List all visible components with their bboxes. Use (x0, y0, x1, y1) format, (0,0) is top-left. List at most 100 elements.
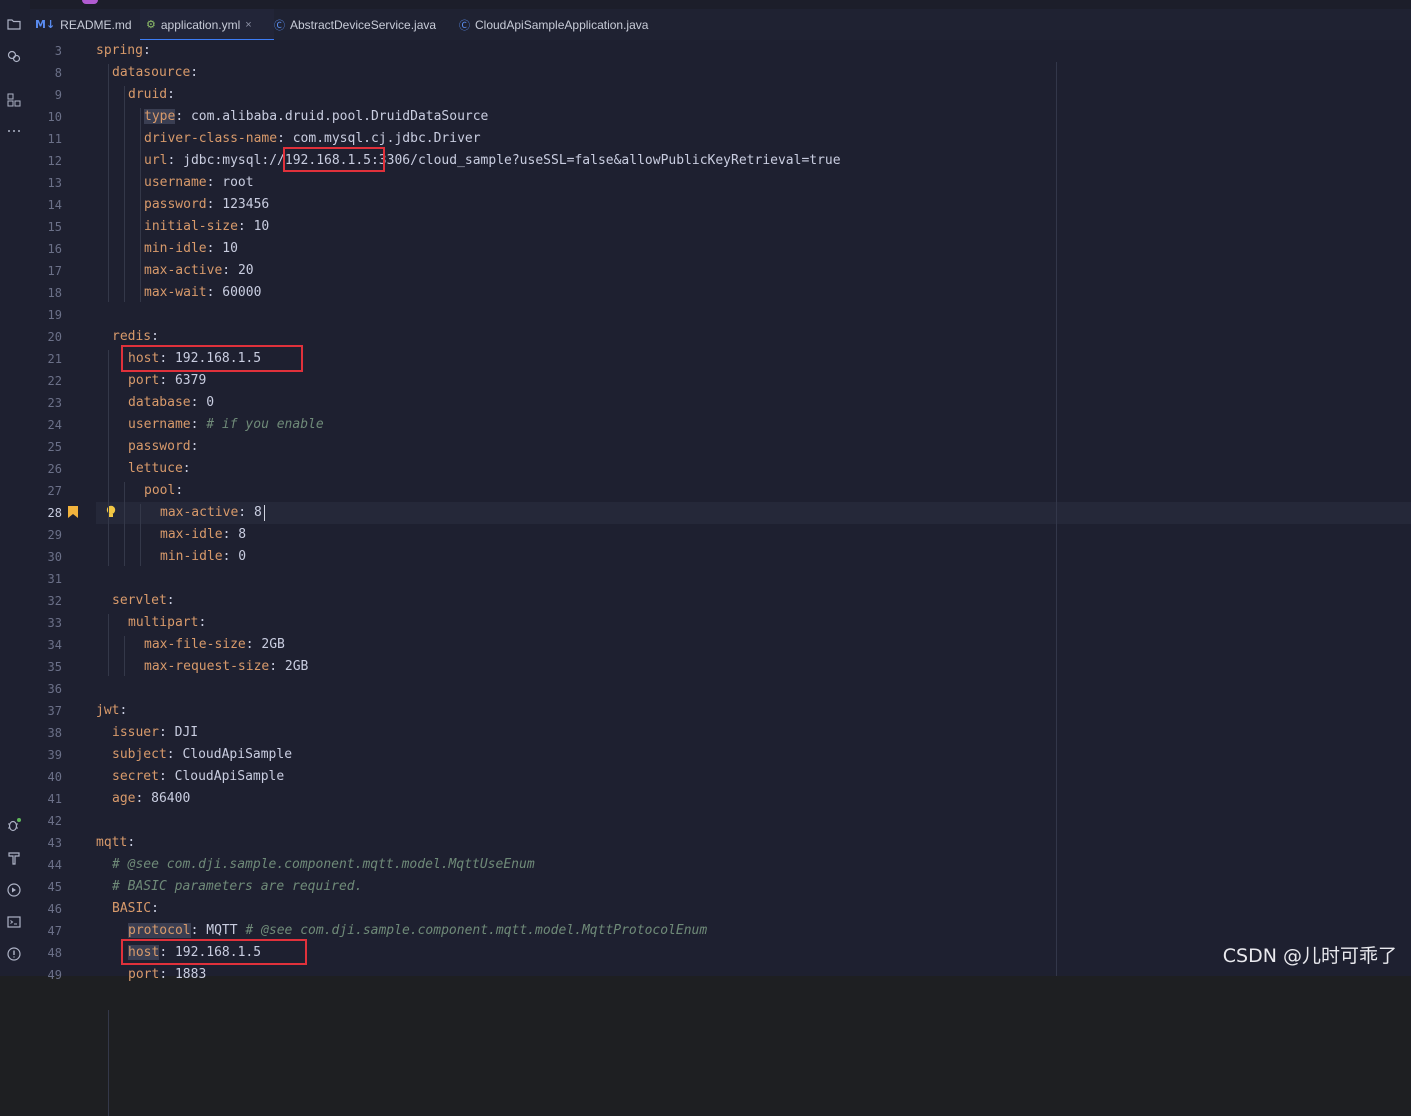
debug-icon[interactable] (6, 817, 22, 833)
bookmark-icon[interactable] (68, 506, 78, 518)
code-line[interactable]: initial-size: 10 (144, 216, 277, 238)
code-line[interactable]: mqtt: (96, 832, 143, 854)
code-line[interactable]: lettuce: (128, 458, 198, 480)
code-line[interactable]: username: # if you enable (128, 414, 324, 436)
plugins-icon[interactable] (6, 48, 22, 64)
build-hammer-icon[interactable] (6, 850, 22, 866)
line-number: 26 (47, 462, 62, 476)
yaml-value: com.alibaba.druid.pool.DruidDataSource (190, 109, 489, 124)
tab-label: AbstractDeviceService.java (290, 17, 437, 32)
yaml-colon: : (206, 175, 223, 190)
line-number: 22 (47, 374, 62, 388)
close-icon[interactable]: × (245, 19, 251, 31)
yaml-colon: : (175, 483, 191, 498)
tab-readme[interactable]: M↓ README.md (33, 9, 143, 40)
code-line[interactable]: max-file-size: 2GB (144, 634, 293, 656)
yaml-key: BASIC (112, 901, 152, 916)
yaml-value: MQTT (206, 923, 238, 938)
code-line[interactable]: password: 123456 (144, 194, 277, 216)
yaml-key: min-idle (144, 241, 207, 256)
line-number: 16 (47, 242, 62, 256)
line-number: 13 (47, 176, 62, 190)
indent-guide (124, 482, 125, 566)
code-line[interactable]: min-idle: 10 (144, 238, 246, 260)
code-line[interactable]: database: 0 (128, 392, 222, 414)
yaml-colon: : (206, 241, 223, 256)
code-line[interactable]: port: 6379 (128, 370, 214, 392)
code-line[interactable]: druid: (128, 84, 183, 106)
code-line[interactable]: # BASIC parameters are required. (112, 876, 362, 898)
code-line[interactable]: max-active: 8 (160, 502, 270, 524)
yaml-colon: : (159, 967, 175, 982)
top-strip (30, 0, 1411, 9)
yaml-key: multipart (128, 615, 199, 630)
problems-icon[interactable] (6, 946, 22, 962)
yaml-key: redis (112, 329, 152, 344)
yaml-key: max-active (160, 505, 239, 520)
yaml-colon: : (142, 43, 159, 58)
code-line[interactable]: BASIC: (112, 898, 167, 920)
line-number: 28 (47, 506, 62, 520)
code-line[interactable]: issuer: DJI (112, 722, 206, 744)
code-line[interactable]: min-idle: 0 (160, 546, 254, 568)
code-line[interactable]: # @see com.dji.sample.component.mqtt.mod… (112, 854, 535, 876)
terminal-icon[interactable] (6, 914, 22, 930)
tab-label: README.md (60, 17, 132, 32)
code-line[interactable]: type: com.alibaba.druid.pool.DruidDataSo… (144, 106, 496, 128)
code-line[interactable]: age: 86400 (112, 788, 198, 810)
code-line[interactable]: max-request-size: 2GB (144, 656, 316, 678)
yaml-comment: # @see com.dji.sample.component.mqtt.mod… (245, 923, 708, 938)
highlight-box-mqtt-host (121, 939, 307, 965)
yaml-value: 1883 (174, 967, 207, 982)
line-number: 43 (47, 836, 62, 850)
code-line[interactable]: password: (128, 436, 206, 458)
structure-icon[interactable] (6, 92, 22, 108)
yaml-key: mqtt (96, 835, 128, 850)
yaml-colon: : (269, 659, 285, 674)
services-icon[interactable] (6, 882, 22, 898)
code-line[interactable]: port: 1883 (128, 964, 214, 986)
line-number: 30 (47, 550, 62, 564)
lightbulb-icon[interactable] (105, 505, 117, 519)
line-number: 8 (54, 66, 62, 80)
line-number: 20 (47, 330, 62, 344)
line-number: 46 (47, 902, 62, 916)
code-line[interactable]: jwt: (96, 700, 135, 722)
yaml-key: datasource (112, 65, 191, 80)
code-line[interactable]: subject: CloudApiSample (112, 744, 300, 766)
line-number: 40 (47, 770, 62, 784)
line-number: 41 (47, 792, 62, 806)
line-number: 47 (47, 924, 62, 938)
yaml-colon: : (190, 417, 207, 432)
tab-abstract-device-service[interactable]: Ⓒ AbstractDeviceService.java (272, 9, 454, 40)
code-line[interactable]: spring: (96, 40, 159, 62)
code-line[interactable]: multipart: (128, 612, 214, 634)
code-line[interactable]: url: jdbc:mysql://192.168.1.5:3306/cloud… (144, 150, 848, 172)
code-line[interactable]: servlet: (112, 590, 182, 612)
code-line[interactable]: secret: CloudApiSample (112, 766, 292, 788)
yaml-key: url (144, 153, 168, 168)
line-number: 31 (47, 572, 62, 586)
tab-cloud-api-sample-application[interactable]: Ⓒ CloudApiSampleApplication.java (457, 9, 669, 40)
line-number: 12 (47, 154, 62, 168)
yaml-colon: : (222, 527, 239, 542)
code-line[interactable]: max-wait: 60000 (144, 282, 269, 304)
line-number: 38 (47, 726, 62, 740)
yaml-value: jdbc:mysql://192.168.1.5:3306/cloud_samp… (183, 153, 841, 168)
yaml-colon: : (166, 593, 183, 608)
code-editor[interactable]: 3 8 9 10 11 12 13 14 15 16 17 18 19 20 21 22 23 24 25 26 27 2… (30, 40, 1411, 1116)
tab-label: CloudApiSampleApplication.java (475, 17, 649, 32)
code-area[interactable]: spring: datasource: druid: type: com.ali… (96, 40, 1411, 982)
code-line[interactable]: pool: (144, 480, 191, 502)
yaml-value: 10 (222, 241, 238, 256)
code-line[interactable]: username: root (144, 172, 261, 194)
project-folder-icon[interactable] (6, 16, 22, 32)
code-line[interactable]: datasource: (112, 62, 206, 84)
code-line[interactable]: max-active: 20 (144, 260, 261, 282)
yaml-value: 8 (253, 505, 262, 520)
yaml-key: protocol (128, 923, 191, 938)
tab-application-yml[interactable]: ⚙ application.yml × (140, 9, 274, 41)
code-line[interactable]: max-idle: 8 (160, 524, 254, 546)
more-icon[interactable] (6, 123, 22, 139)
yaml-key: port (128, 967, 160, 982)
